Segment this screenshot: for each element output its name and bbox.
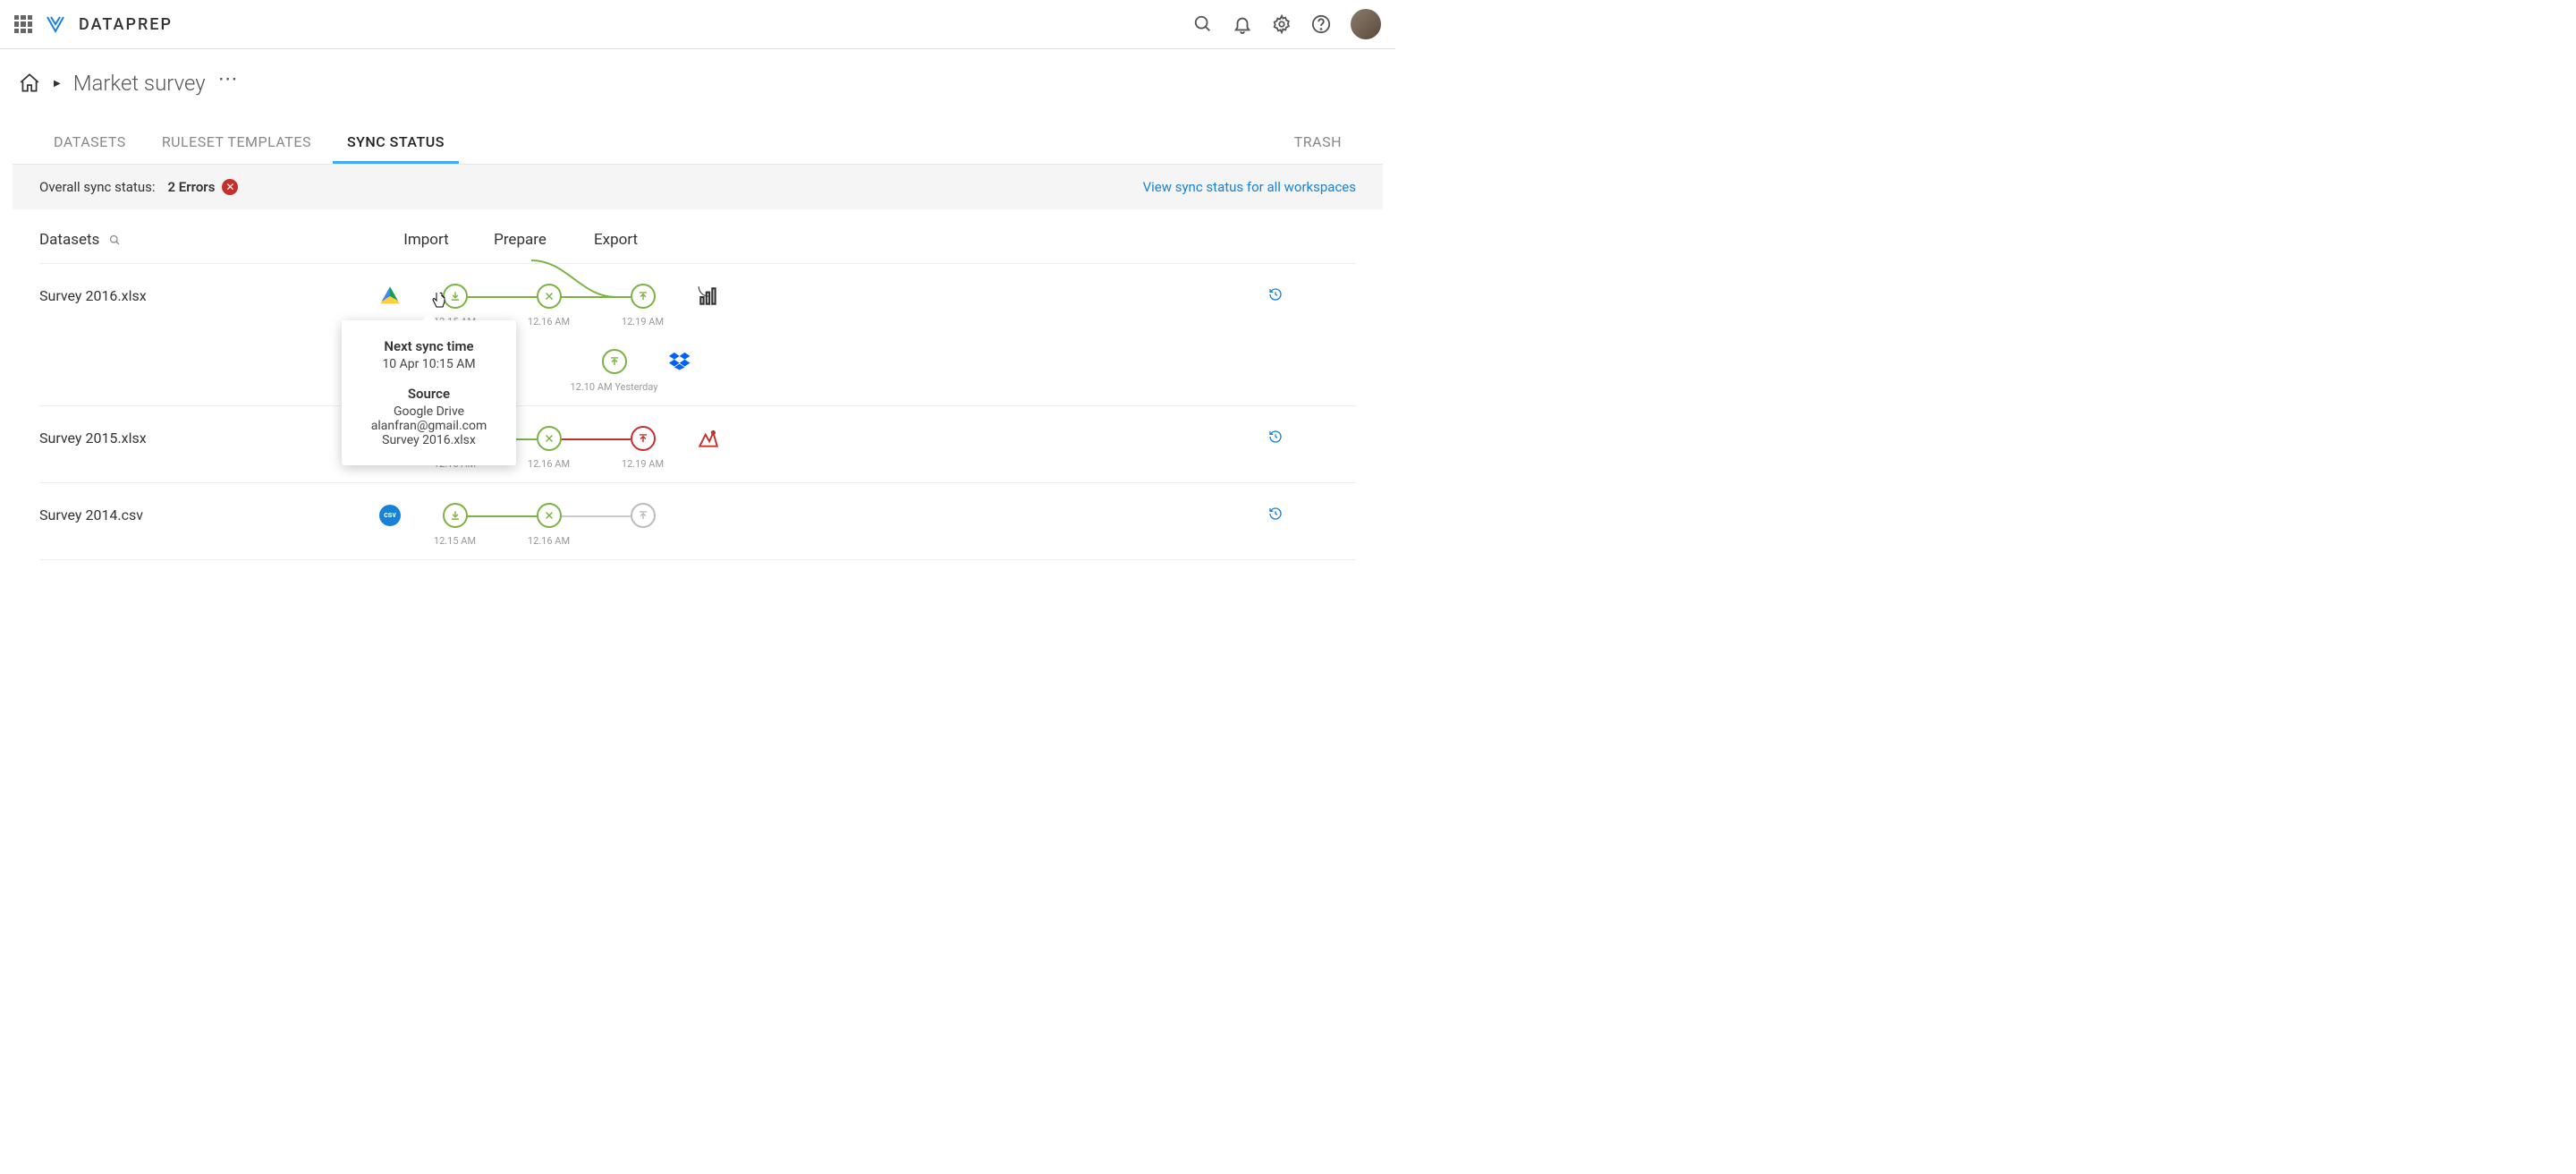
column-header-export: Export (567, 231, 692, 249)
tabs-row: DATASETS RULESET TEMPLATES SYNC STATUS T… (13, 123, 1383, 165)
dropbox-icon (668, 350, 691, 373)
header-left: DATAPREP (14, 13, 173, 35)
import-time: 12.15 AM (434, 535, 476, 547)
tooltip-source-account: alanfran@gmail.com (363, 419, 495, 433)
column-header-datasets: Datasets (39, 231, 379, 249)
header-right (1193, 9, 1381, 39)
history-icon[interactable] (1267, 503, 1284, 521)
app-name: DATAPREP (79, 15, 173, 34)
chart-destination-icon (697, 427, 720, 450)
table-header-row: Datasets Import Prepare Export (39, 209, 1356, 264)
filter-search-icon[interactable] (108, 234, 122, 247)
prepare-node[interactable] (537, 284, 562, 309)
prepare-time: 12.16 AM (528, 458, 570, 470)
tooltip-source-label: Source (363, 386, 495, 402)
analytics-destination-icon (697, 285, 720, 308)
table-row: Survey 2014.csv csv 12.15 AM 12.16 AM (39, 483, 1356, 560)
dataset-name: Survey 2015.xlsx (39, 426, 379, 447)
tab-ruleset-templates[interactable]: RULESET TEMPLATES (148, 123, 326, 164)
export-node[interactable] (631, 284, 656, 309)
export-node-error[interactable] (631, 426, 656, 451)
overall-status-value: 2 Errors (167, 179, 215, 195)
branch-export-time: 12.10 AM Yesterday (570, 381, 657, 393)
prepare-node[interactable] (537, 503, 562, 528)
prepare-node[interactable] (537, 426, 562, 451)
import-node[interactable] (443, 503, 468, 528)
tab-datasets[interactable]: DATASETS (39, 123, 140, 164)
tooltip-source-service: Google Drive (363, 404, 495, 419)
datasets-header-label: Datasets (39, 231, 99, 249)
sync-table: Datasets Import Prepare Export Survey 20… (13, 209, 1383, 560)
tooltip-next-sync-label: Next sync time (363, 338, 495, 354)
prepare-time: 12.16 AM (528, 535, 570, 547)
table-row: Survey 2016.xlsx 12.15 AM 12.16 AM (39, 264, 1356, 406)
table-row: Survey 2015.xlsx 12.15 AM 12.16 AM (39, 406, 1356, 483)
user-avatar[interactable] (1351, 9, 1381, 39)
more-actions-icon[interactable]: ⋯ (218, 77, 239, 90)
export-time: 12.19 AM (622, 316, 664, 328)
cursor-pointer-icon (432, 292, 446, 310)
tab-sync-status[interactable]: SYNC STATUS (333, 123, 459, 164)
history-icon[interactable] (1267, 284, 1284, 302)
bell-icon[interactable] (1233, 14, 1252, 34)
pipeline: csv 12.15 AM 12.16 AM (379, 503, 690, 547)
breadcrumb-title: Market survey (73, 71, 206, 96)
apps-grid-icon[interactable] (14, 15, 32, 33)
export-node-branch[interactable] (602, 349, 627, 374)
prepare-time: 12.16 AM (528, 316, 570, 328)
error-badge-icon: ✕ (222, 179, 238, 195)
history-icon[interactable] (1267, 426, 1284, 444)
app-logo-icon[interactable] (45, 13, 66, 35)
gear-icon[interactable] (1272, 14, 1292, 34)
breadcrumb: ▶ Market survey ⋯ (0, 49, 1395, 105)
overall-status-bar: Overall sync status: 2 Errors ✕ View syn… (13, 165, 1383, 209)
export-time: 12.19 AM (622, 458, 664, 470)
search-icon[interactable] (1193, 14, 1213, 34)
breadcrumb-separator-icon: ▶ (54, 79, 61, 89)
column-header-prepare: Prepare (473, 231, 567, 249)
sync-tooltip: Next sync time 10 Apr 10:15 AM Source Go… (342, 320, 516, 465)
view-all-workspaces-link[interactable]: View sync status for all workspaces (1143, 179, 1356, 195)
overall-status-label: Overall sync status: (39, 179, 155, 195)
home-icon[interactable] (18, 72, 41, 95)
dataset-name: Survey 2016.xlsx (39, 284, 379, 304)
top-header: DATAPREP (0, 0, 1395, 49)
column-header-import: Import (379, 231, 473, 249)
google-drive-icon (379, 285, 401, 307)
help-icon[interactable] (1311, 14, 1331, 34)
csv-source-icon: csv (379, 505, 401, 526)
export-node-pending[interactable] (631, 503, 656, 528)
dataset-name: Survey 2014.csv (39, 503, 379, 523)
tab-trash[interactable]: TRASH (1280, 123, 1356, 164)
tooltip-next-sync-value: 10 Apr 10:15 AM (363, 357, 495, 371)
tooltip-source-file: Survey 2016.xlsx (363, 433, 495, 447)
